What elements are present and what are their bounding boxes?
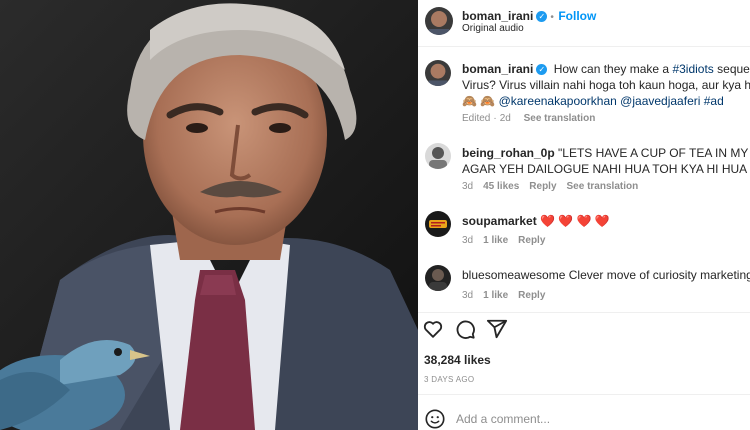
portrait-photo [0, 0, 418, 430]
heart-icon[interactable] [422, 318, 444, 340]
avatar-image [425, 60, 451, 86]
actions-divider [418, 312, 750, 313]
header-username[interactable]: boman_irani [462, 9, 533, 23]
comment-meta: 3d 1 like Reply [462, 235, 555, 246]
author-avatar[interactable] [425, 7, 453, 35]
comment-avatar-being-rohan[interactable] [425, 143, 451, 169]
add-comment-input[interactable]: Add a comment... [456, 412, 550, 426]
comment-meta: 3d 45 likes Reply See translation [462, 181, 648, 192]
comment-box-divider [418, 394, 750, 395]
comment-see-translation[interactable]: See translation [567, 181, 639, 192]
edited-label: Edited [462, 113, 491, 124]
caption-text-mid: sequel wit [717, 62, 750, 76]
caption-separator: · [493, 113, 497, 124]
comment-reply-button[interactable]: Reply [518, 290, 545, 301]
caption-emojis: 🙈 🙈 [462, 94, 496, 108]
comment-age: 3d [462, 290, 474, 301]
follow-button[interactable]: Follow [558, 9, 596, 23]
caption-avatar[interactable] [425, 60, 451, 86]
mention-kareenakapoorkhan[interactable]: @kareenakapoorkhan [499, 94, 617, 108]
comment-age: 3d [462, 235, 474, 246]
emoji-icon[interactable] [424, 408, 446, 430]
mention-jaavedjaaferi[interactable]: @jaavedjaaferi [620, 94, 700, 108]
comment-line-1: bluesomeawesome Clever move of curiosity… [462, 268, 750, 282]
comment-line-1: being_rohan_0p "LETS HAVE A CUP OF TEA I… [462, 146, 750, 160]
caption-age: 2d [499, 113, 511, 124]
comment-line-1: soupamarket ❤️ ❤️ ❤️ ❤️ [462, 214, 610, 228]
comment-username[interactable]: being_rohan_0p [462, 146, 555, 160]
comment-meta: 3d 1 like Reply [462, 290, 555, 301]
avatar-image [425, 143, 451, 169]
caption-hashtag-3idiots[interactable]: #3idiots [672, 62, 713, 76]
avatar-image [425, 265, 451, 291]
share-icon[interactable] [486, 318, 508, 340]
caption-see-translation[interactable]: See translation [524, 113, 596, 124]
comment-icon[interactable] [454, 318, 476, 340]
avatar-image [425, 211, 451, 237]
comment-username[interactable]: soupamarket [462, 214, 537, 228]
comment-text: Clever move of curiosity marketing [568, 268, 750, 282]
verified-badge-icon: ✓ [536, 64, 548, 75]
comment-username[interactable]: bluesomeawesome [462, 268, 565, 282]
comment-text: "LETS HAVE A CUP OF TEA IN MY OFFIC [558, 146, 750, 160]
comment-likes[interactable]: 45 likes [483, 181, 519, 192]
caption-line-1: boman_irani ✓ How can they make a #3idiot… [462, 62, 750, 76]
header-divider [418, 46, 750, 47]
caption-username[interactable]: boman_irani [462, 62, 533, 76]
comment-avatar-bluesomeawesome[interactable] [425, 265, 451, 291]
caption-meta: Edited · 2d See translation [462, 113, 605, 124]
likes-count[interactable]: 38,284 likes [424, 353, 491, 367]
post-panel: boman_irani ✓ • Follow Original audio boma… [418, 0, 750, 430]
post-image[interactable] [0, 0, 418, 430]
comment-likes[interactable]: 1 like [483, 235, 508, 246]
header-separator: • [550, 12, 554, 23]
comment-age: 3d [462, 181, 474, 192]
caption-line-3: 🙈 🙈 @kareenakapoorkhan @jaavedjaaferi #a… [462, 94, 724, 108]
posted-ago: 3 DAYS AGO [424, 375, 475, 384]
caption-text-start: How can they make a [553, 62, 673, 76]
caption-hashtag-ad[interactable]: #ad [704, 94, 724, 108]
comment-text: ❤️ ❤️ ❤️ ❤️ [540, 214, 610, 228]
caption-line-2: Virus? Virus villain nahi hoga toh kaun … [462, 78, 750, 92]
comment-reply-button[interactable]: Reply [518, 235, 545, 246]
verified-badge-icon: ✓ [536, 11, 548, 22]
comment-line-2: AGAR YEH DAILOGUE NAHI HUA TOH KYA HI HU… [462, 162, 750, 176]
audio-label[interactable]: Original audio [462, 23, 524, 34]
avatar-image [425, 7, 453, 35]
comment-avatar-soupamarket[interactable] [425, 211, 451, 237]
comment-reply-button[interactable]: Reply [529, 181, 556, 192]
comment-likes[interactable]: 1 like [483, 290, 508, 301]
